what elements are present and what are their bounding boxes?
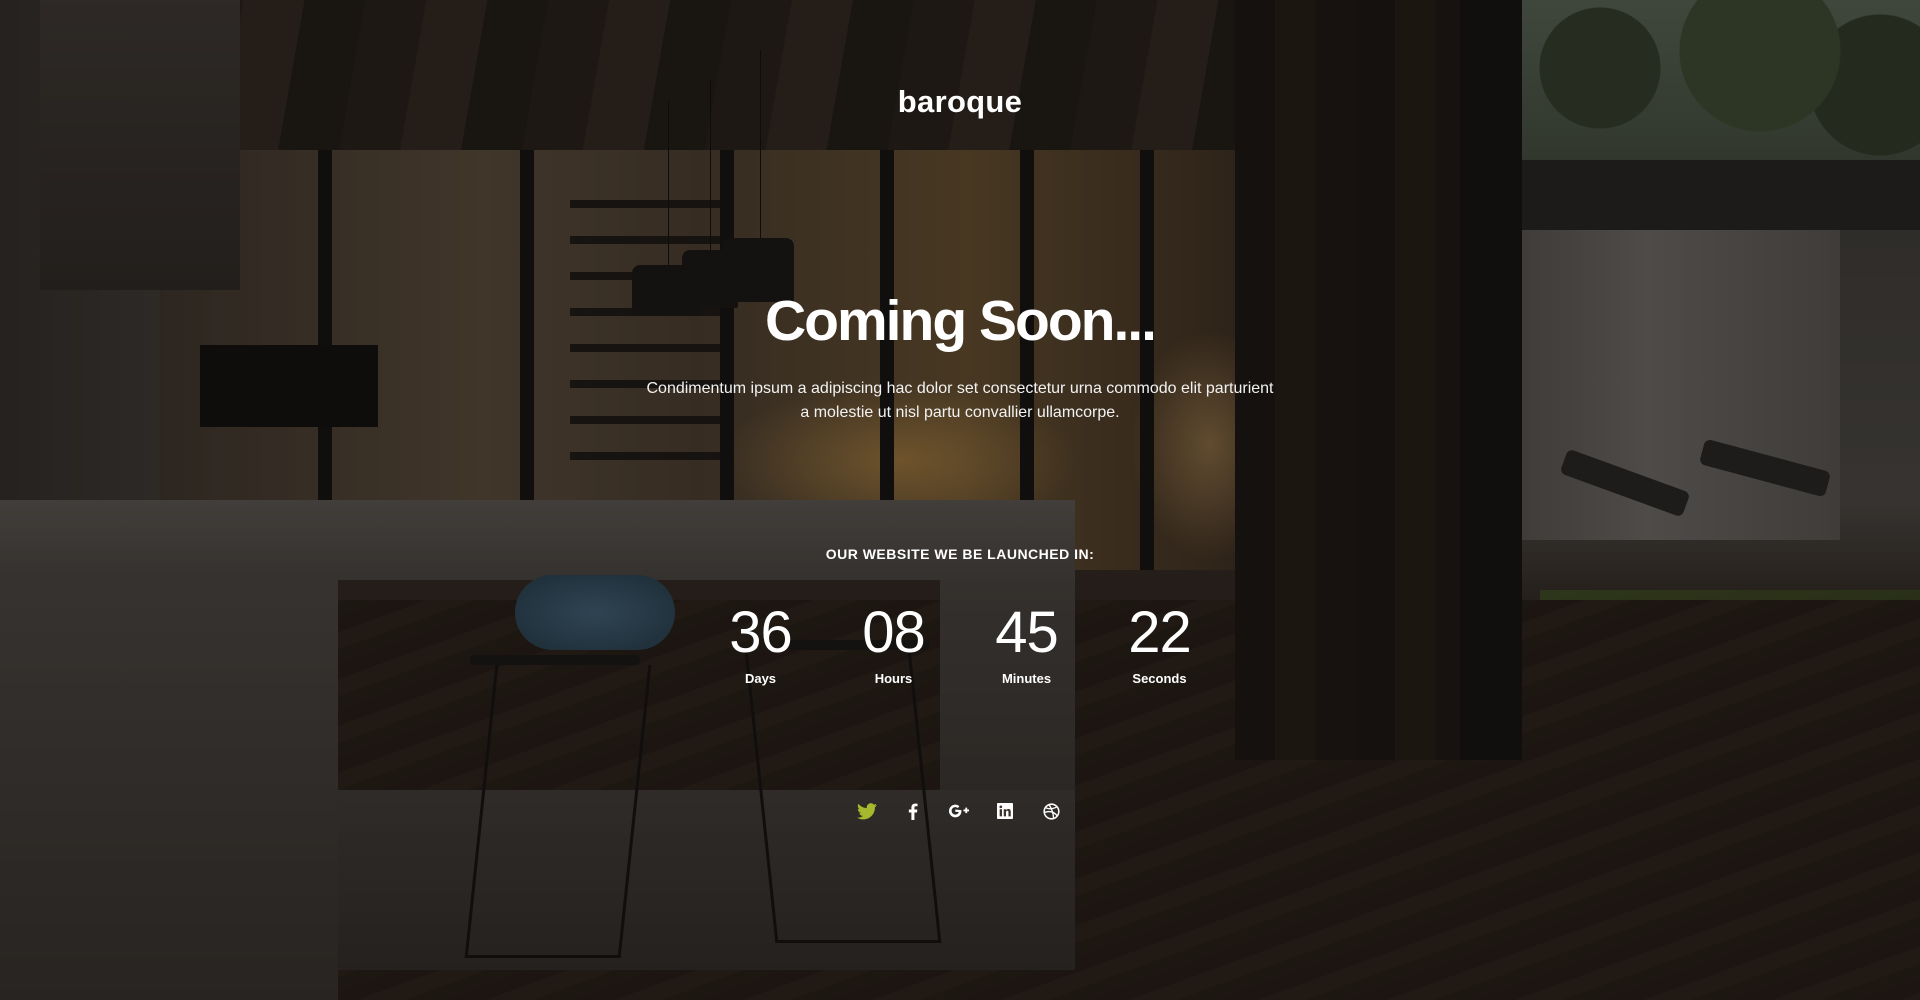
countdown-value: 45	[995, 600, 1059, 665]
countdown-value: 08	[862, 600, 926, 665]
countdown-hours: 08 Hours	[827, 600, 960, 687]
social-links	[854, 798, 1064, 824]
countdown-minutes: 45 Minutes	[960, 600, 1093, 687]
countdown-value: 36	[729, 600, 793, 665]
linkedin-icon[interactable]	[992, 798, 1018, 824]
intro-text: Condimentum ipsum a adipiscing hac dolor…	[646, 380, 1274, 421]
brand-logo[interactable]: baroque	[0, 84, 1920, 120]
countdown-value: 22	[1128, 600, 1192, 665]
countdown-seconds: 22 Seconds	[1093, 600, 1226, 687]
dribbble-icon[interactable]	[1038, 798, 1064, 824]
countdown-timer: 36 Days 08 Hours 45 Minutes 22 Seconds	[694, 600, 1226, 687]
countdown-unit-label: Minutes	[1001, 671, 1052, 686]
google-plus-icon[interactable]	[946, 798, 972, 824]
page-title: Coming Soon...	[765, 289, 1157, 353]
countdown-label: OUR WEBSITE WE BE LAUNCHED IN:	[825, 546, 1095, 562]
coming-soon-panel: baroque Coming Soon... Condimentum ipsum…	[0, 0, 1920, 1000]
countdown-unit-label: Days	[744, 671, 777, 686]
facebook-icon[interactable]	[900, 798, 926, 824]
twitter-icon[interactable]	[854, 798, 880, 824]
countdown-unit-label: Seconds	[1132, 671, 1187, 686]
countdown-unit-label: Hours	[874, 671, 913, 686]
countdown-days: 36 Days	[694, 600, 827, 687]
